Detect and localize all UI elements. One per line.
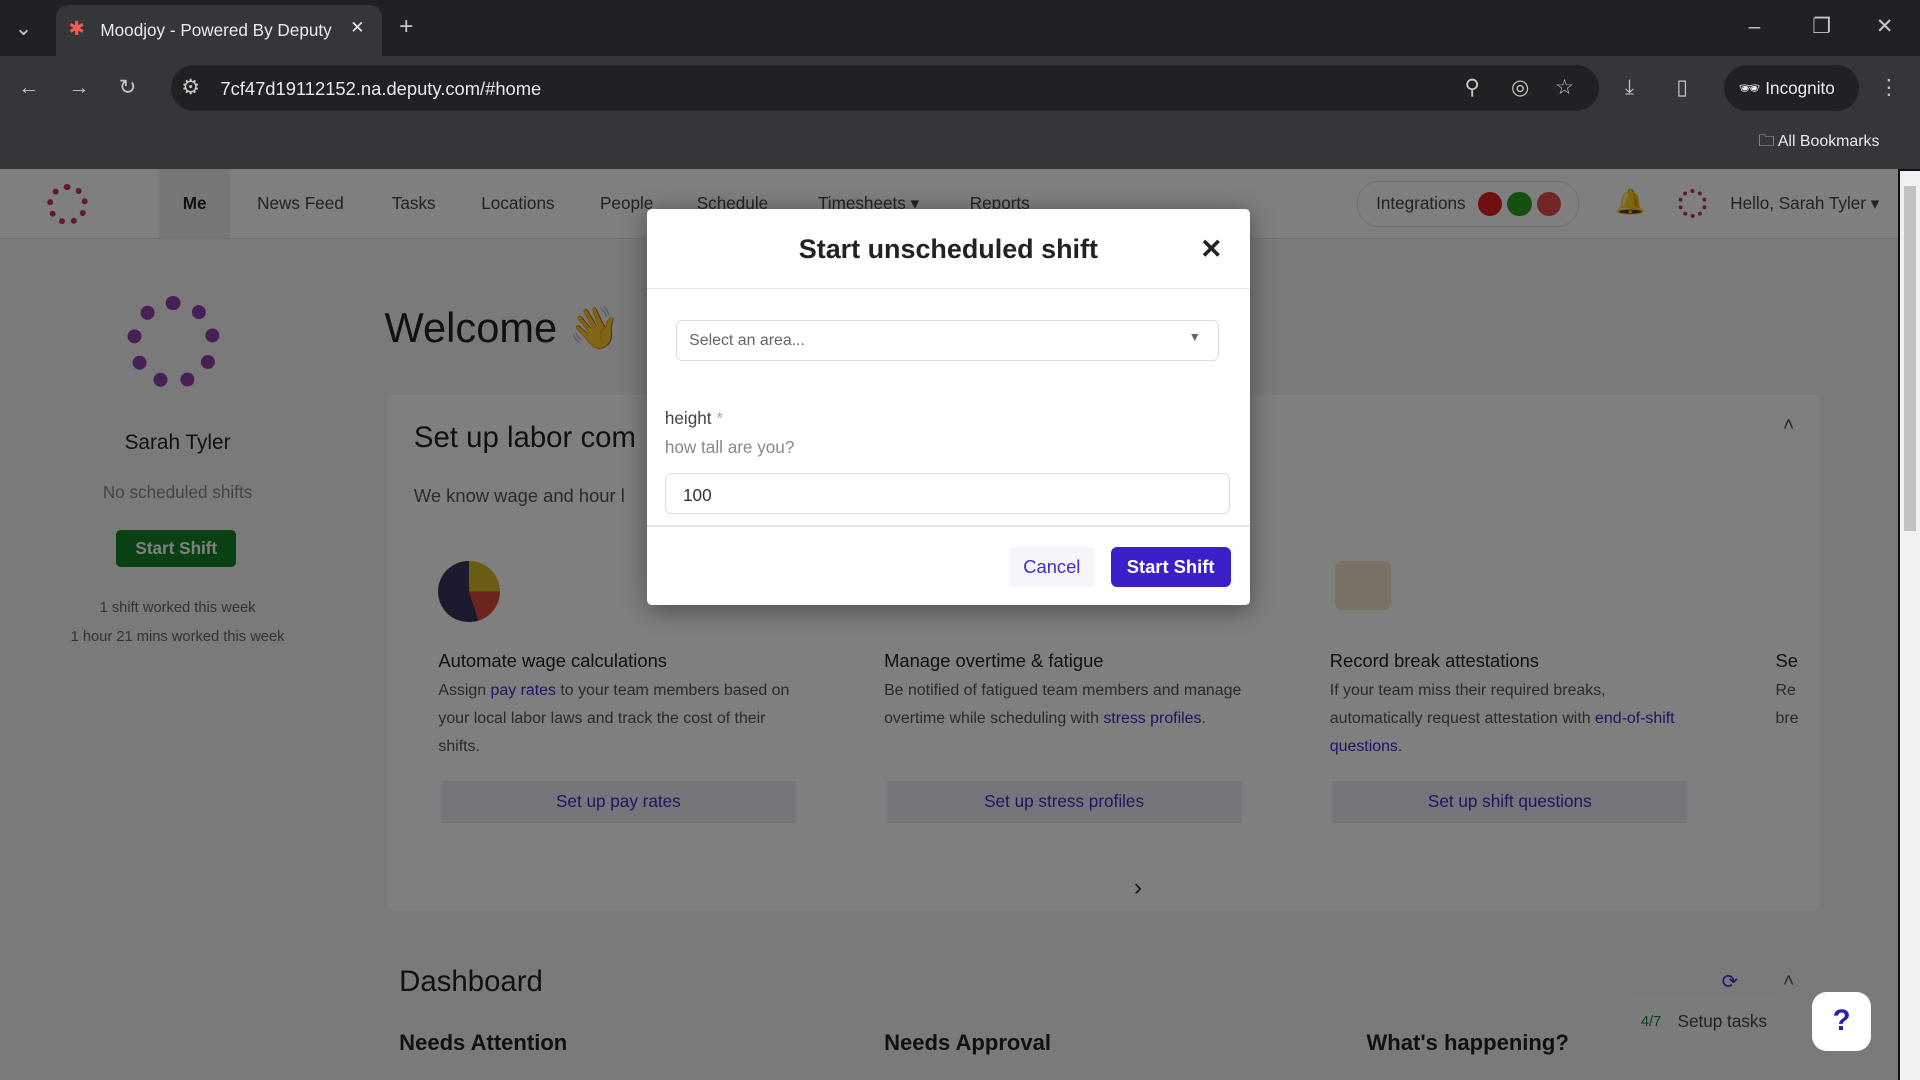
- scrollbar[interactable]: [1900, 171, 1920, 1080]
- restore-icon[interactable]: ❐: [1812, 15, 1831, 39]
- side-panel-icon[interactable]: ▯: [1676, 76, 1687, 100]
- back-icon[interactable]: ←: [18, 76, 39, 100]
- area-select[interactable]: Select an area... ▼: [675, 319, 1220, 361]
- site-info-icon[interactable]: ⚙: [181, 76, 200, 100]
- height-help: how tall are you?: [664, 437, 795, 458]
- divider: [646, 287, 1251, 289]
- modal-title: Start unscheduled shift: [798, 233, 1098, 264]
- zoom-icon[interactable]: ⚲: [1464, 76, 1479, 100]
- minimize-icon[interactable]: –: [1749, 15, 1761, 39]
- tab-search-icon[interactable]: ⌄: [15, 17, 32, 41]
- forward-icon[interactable]: →: [69, 76, 90, 100]
- close-window-icon[interactable]: ✕: [1876, 15, 1893, 39]
- address-bar[interactable]: ⚙ 7cf47d19112152.na.deputy.com/#home ⚲ ◎…: [171, 64, 1600, 112]
- deputy-favicon-icon: ✱: [68, 18, 85, 41]
- download-icon[interactable]: ⤓: [1625, 76, 1634, 100]
- all-bookmarks[interactable]: 🗀 All Bookmarks: [1758, 130, 1879, 157]
- help-button[interactable]: ?: [1812, 991, 1871, 1051]
- height-value: 100: [683, 484, 712, 505]
- tab-title: Moodjoy - Powered By Deputy: [100, 19, 332, 40]
- bookmark-star-icon[interactable]: ☆: [1555, 76, 1574, 100]
- height-input[interactable]: 100: [664, 472, 1231, 514]
- close-tab-icon[interactable]: ✕: [350, 17, 364, 38]
- incognito-icon: 🕶: [1738, 77, 1761, 98]
- start-unscheduled-shift-modal: Start unscheduled shift ✕ Select an area…: [646, 209, 1251, 605]
- incognito-label: Incognito: [1765, 77, 1835, 98]
- new-tab-icon[interactable]: +: [399, 14, 413, 39]
- menu-icon[interactable]: ⋮: [1878, 76, 1899, 100]
- bookmarks-label: All Bookmarks: [1777, 132, 1880, 150]
- incognito-badge[interactable]: 🕶 Incognito: [1724, 64, 1859, 112]
- chevron-down-icon: ▼: [1188, 330, 1201, 345]
- browser-tab[interactable]: ✱ Moodjoy - Powered By Deputy ✕: [56, 4, 383, 57]
- divider: [646, 525, 1251, 527]
- url-text: 7cf47d19112152.na.deputy.com/#home: [220, 78, 542, 100]
- start-shift-submit-button[interactable]: Start Shift: [1110, 547, 1231, 587]
- tracking-eye-icon[interactable]: ◎: [1511, 76, 1529, 100]
- select-placeholder: Select an area...: [689, 331, 805, 349]
- close-icon[interactable]: ✕: [1200, 234, 1223, 265]
- height-label: height *: [664, 407, 723, 428]
- cancel-button[interactable]: Cancel: [1008, 547, 1095, 587]
- reload-icon[interactable]: ↻: [119, 76, 136, 100]
